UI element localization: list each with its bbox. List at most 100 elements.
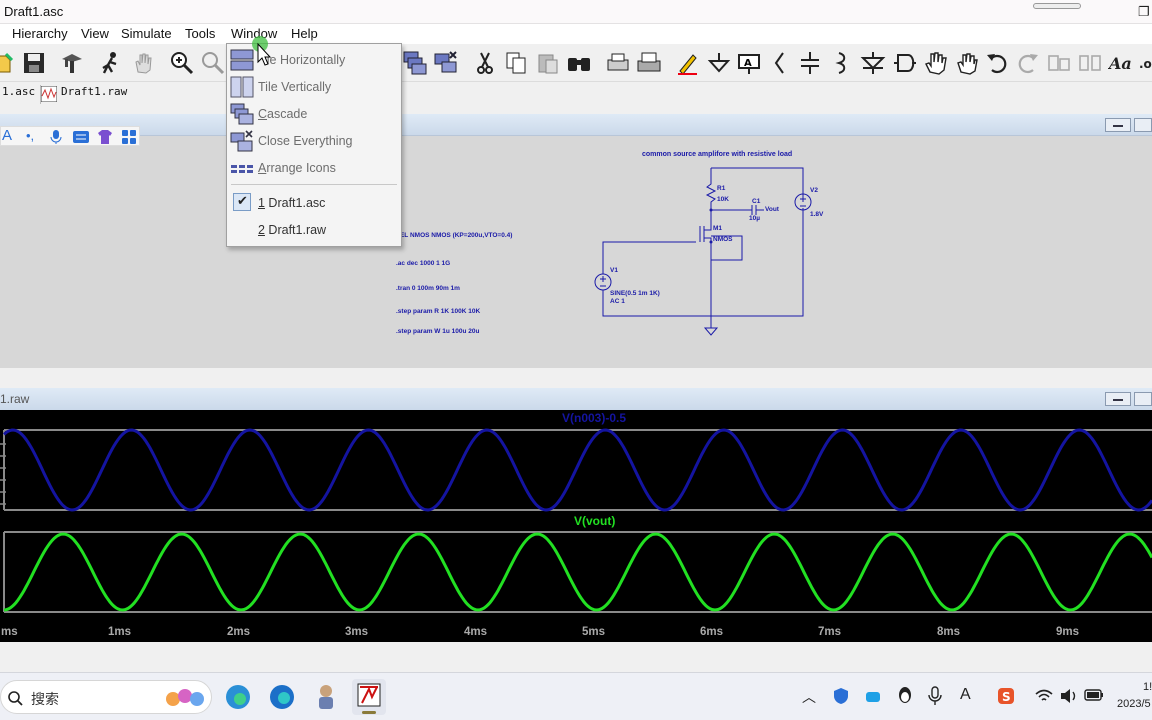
undo-icon[interactable] (984, 50, 1010, 76)
battery-icon[interactable] (1084, 688, 1104, 702)
c1-name[interactable]: C1 (752, 198, 760, 205)
text-icon[interactable]: Aa (1108, 50, 1134, 76)
tran-directive[interactable]: .tran 0 100m 90m 1m (396, 285, 460, 292)
menu-hierarchy[interactable]: Hierarchy (12, 26, 68, 41)
mirror-icon[interactable] (1077, 50, 1103, 76)
spice-directive-icon[interactable]: .o (1138, 50, 1152, 76)
schematic-title-comment[interactable]: common source amplifore with resistive l… (642, 151, 792, 158)
schematic-minimize-button[interactable] (1105, 118, 1131, 132)
menu-tools[interactable]: Tools (185, 26, 215, 41)
resistor-icon[interactable] (767, 50, 793, 76)
menu-help[interactable]: Help (291, 26, 318, 41)
toolbox-grid-icon[interactable] (122, 130, 136, 144)
zoom-icon[interactable] (200, 50, 226, 76)
keyboard-icon[interactable] (73, 131, 89, 143)
v2-name[interactable]: V2 (810, 187, 818, 194)
find-icon[interactable] (566, 50, 592, 76)
schematic-canvas[interactable]: common source amplifore with resistive l… (0, 136, 1152, 368)
v1-value[interactable]: SINE(0.5 1m 1K) (610, 290, 660, 297)
r1-name[interactable]: R1 (717, 185, 725, 192)
c1-value[interactable]: 10µ (749, 215, 760, 222)
vout-net-label[interactable]: Vout (765, 206, 779, 213)
menu-view[interactable]: View (81, 26, 109, 41)
tab-waveform[interactable]: Draft1.raw (40, 85, 130, 104)
waveform-minimize-button[interactable] (1105, 392, 1131, 406)
run-icon[interactable] (98, 50, 124, 76)
v1-ac[interactable]: AC 1 (610, 298, 625, 305)
copy-icon[interactable] (503, 50, 529, 76)
capacitor-icon[interactable] (797, 50, 823, 76)
v2-value[interactable]: 1.8V (810, 211, 823, 218)
trace-label-vn003[interactable]: V(n003)-0.5 (562, 411, 626, 425)
qq-icon[interactable] (896, 686, 914, 706)
diode-icon[interactable] (860, 50, 886, 76)
schematic-maximize-button[interactable] (1134, 118, 1152, 132)
waveform-maximize-button[interactable] (1134, 392, 1152, 406)
menu-simulate[interactable]: Simulate (121, 26, 172, 41)
ground-icon[interactable] (706, 50, 732, 76)
cloud-app-icon[interactable] (864, 687, 882, 705)
r1-value[interactable]: 10K (717, 196, 729, 203)
sogou-icon[interactable]: S (997, 687, 1015, 705)
ltspice-taskbar-button[interactable] (352, 679, 386, 715)
step-w-directive[interactable]: .step param W 1u 100u 20u (396, 328, 479, 335)
volume-icon[interactable] (1060, 688, 1078, 704)
zoom-in-icon[interactable] (169, 50, 195, 76)
draw-wire-icon[interactable] (675, 50, 701, 76)
edge-icon[interactable] (224, 683, 252, 711)
menu-item-window-1[interactable]: ✔ 1 Draft1.asc (227, 190, 401, 216)
skin-icon[interactable] (97, 130, 113, 144)
schematic-window-header[interactable] (0, 114, 1152, 136)
wifi-icon[interactable] (1035, 688, 1053, 704)
taskbar-search[interactable]: 搜索 (0, 680, 212, 714)
trace-label-vout[interactable]: V(vout) (574, 514, 615, 528)
rotate-icon[interactable] (1046, 50, 1072, 76)
input-method-icon[interactable]: A (960, 686, 971, 704)
waveform-plot[interactable]: V(n003)-0.5 V(vout) ms 1ms 2ms 3ms 4ms 5… (0, 410, 1152, 642)
open-icon[interactable] (0, 50, 18, 76)
ime-punctuation-icon[interactable]: •, (26, 128, 34, 143)
waveform-window-title: 1.raw (0, 392, 30, 406)
microphone-icon[interactable] (50, 130, 62, 144)
print-preview-icon[interactable] (605, 50, 631, 76)
ac-directive[interactable]: .ac dec 1000 1 1G (396, 260, 450, 267)
tab-schematic[interactable]: 1.asc (0, 85, 36, 104)
menu-item-cascade[interactable]: Cascade (227, 101, 401, 127)
v1-name[interactable]: V1 (610, 267, 618, 274)
cut-icon[interactable] (472, 50, 498, 76)
clock-time[interactable]: 1! (1143, 681, 1152, 693)
cascade-toolbar-icon[interactable] (402, 50, 428, 76)
close-all-toolbar-icon[interactable] (433, 50, 459, 76)
edge-dev-icon[interactable] (268, 683, 296, 711)
m1-name[interactable]: M1 (713, 225, 722, 232)
halt-hand-icon[interactable] (130, 50, 156, 76)
waveform-window-header[interactable]: 1.raw (0, 388, 1152, 410)
menu-item-tile-vertically[interactable]: Tile Vertically (227, 74, 401, 100)
move-hand-icon[interactable] (922, 50, 948, 76)
paste-icon[interactable] (535, 50, 561, 76)
restore-window-button[interactable]: ❐ (1138, 4, 1150, 20)
inductor-icon[interactable] (828, 50, 854, 76)
trace-vn003[interactable] (2, 428, 1152, 512)
step-r-directive[interactable]: .step param R 1K 100K 10K (396, 308, 480, 315)
microphone-tray-icon[interactable] (928, 686, 942, 706)
print-icon[interactable] (636, 50, 662, 76)
ime-mode-icon[interactable]: A (2, 127, 12, 144)
label-net-icon[interactable]: A (736, 50, 762, 76)
menu-item-close-everything[interactable]: Close Everything (227, 128, 401, 154)
control-panel-icon[interactable] (59, 50, 85, 76)
show-hidden-icons-chevron[interactable]: ︿ (802, 687, 816, 707)
redo-icon[interactable] (1015, 50, 1041, 76)
character-app-icon[interactable] (314, 683, 338, 711)
clock-date[interactable]: 2023/5 (1117, 698, 1151, 710)
schematic-drawing[interactable] (0, 136, 1152, 368)
menu-item-window-2[interactable]: 2 Draft1.raw (227, 217, 401, 243)
menu-item-arrange-icons[interactable]: Arrange Icons (227, 155, 401, 181)
model-directive[interactable]: .MODEL NMOS NMOS (KP=200u,VTO=0.4) (383, 232, 512, 239)
drag-hand-icon[interactable] (953, 50, 979, 76)
security-shield-icon[interactable] (832, 687, 850, 705)
m1-model[interactable]: NMOS (713, 236, 733, 243)
save-icon[interactable] (21, 50, 47, 76)
component-icon[interactable] (891, 50, 917, 76)
trace-vout[interactable] (3, 532, 1152, 612)
